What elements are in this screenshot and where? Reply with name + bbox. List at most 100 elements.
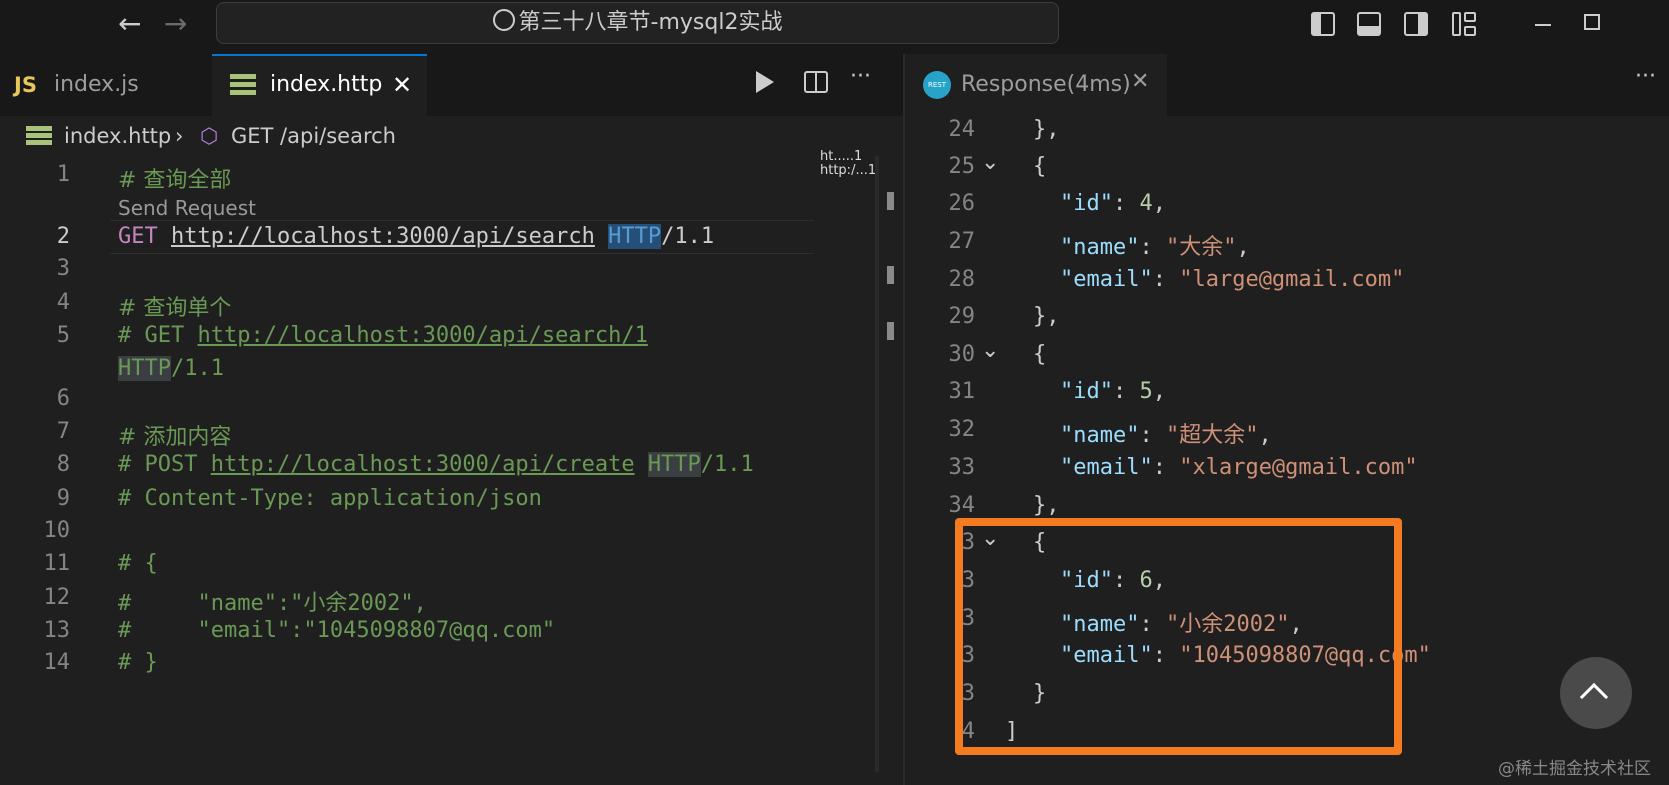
json-line: "name": "超大余", — [1060, 423, 1272, 448]
chevron-up-icon — [1579, 682, 1609, 712]
code-line: # 添加内容 — [118, 425, 232, 450]
json-line: }, — [1033, 304, 1060, 329]
forward-arrow-icon[interactable]: → — [164, 8, 187, 40]
highlight-box — [955, 518, 1402, 755]
command-center-label: 第三十八章节-mysql2实战 — [518, 10, 783, 35]
symbol-icon: ⬡ — [200, 124, 219, 148]
split-editor-icon[interactable] — [804, 71, 828, 93]
tab-label: index.http — [270, 72, 383, 97]
line-number: 14 — [43, 650, 71, 675]
line-number: 3 — [56, 256, 70, 281]
comment-text: # POST — [118, 452, 211, 477]
json-line: "name": "大余", — [1060, 235, 1250, 260]
close-icon[interactable]: ✕ — [1131, 51, 1149, 113]
chevron-right-icon: › — [175, 124, 184, 148]
more-actions-icon[interactable]: ··· — [850, 66, 871, 88]
more-actions-icon[interactable]: ··· — [1635, 66, 1656, 88]
json-key: "email" — [1060, 267, 1153, 292]
http-keyword: HTTP — [647, 452, 701, 477]
minimap[interactable]: ht.....1 http:/...1 — [820, 150, 876, 230]
json-line: "id": 5, — [1060, 379, 1166, 404]
fold-chevron-icon[interactable]: ⌄ — [981, 150, 999, 175]
overview-marker — [887, 322, 894, 340]
toggle-primary-sidebar-icon[interactable] — [1311, 12, 1335, 36]
line-number: 2 — [56, 224, 70, 249]
breadcrumb-symbol[interactable]: GET /api/search — [231, 116, 396, 156]
code-line: # POST http://localhost:3000/api/create … — [118, 452, 754, 477]
http-keyword: HTTP — [608, 224, 662, 249]
request-url[interactable]: http://localhost:3000/api/search — [171, 224, 595, 249]
tab-index-http[interactable]: index.http ✕ — [212, 54, 427, 116]
http-file-icon — [230, 74, 256, 96]
tab-label: index.js — [54, 72, 139, 97]
line-number: 10 — [43, 518, 71, 543]
json-line: "email": "xlarge@gmail.com" — [1060, 455, 1418, 480]
response-view[interactable]: 24 25 26 27 28 29 30 31 32 33 34 3 3 3 3… — [905, 116, 1669, 785]
line-number: 28 — [948, 267, 976, 292]
toggle-panel-icon[interactable] — [1357, 12, 1381, 36]
http-method: GET — [118, 224, 158, 249]
editor-scrollbar[interactable] — [875, 156, 879, 772]
http-file-icon — [26, 126, 52, 146]
minimap-line: ht.....1 — [820, 149, 863, 164]
tab-label: Response(4ms) — [961, 72, 1131, 97]
toggle-secondary-sidebar-icon[interactable] — [1404, 12, 1428, 36]
line-number: 31 — [948, 379, 976, 404]
run-icon[interactable] — [756, 71, 774, 93]
line-number: 29 — [948, 304, 976, 329]
tab-index-js[interactable]: JS index.js — [0, 54, 212, 116]
editor-tab-bar: JS index.js index.http ✕ ··· — [0, 54, 903, 116]
tab-response[interactable]: REST Response(4ms) ✕ — [905, 54, 1167, 116]
code-line: # { — [118, 551, 158, 576]
json-line: { — [1033, 154, 1047, 179]
fold-chevron-icon[interactable]: ⌄ — [981, 338, 999, 363]
line-number: 4 — [56, 290, 70, 315]
send-request-codelens[interactable]: Send Request — [118, 196, 256, 220]
comment-url[interactable]: http://localhost:3000/api/search/1 — [197, 323, 647, 348]
response-tab-bar: REST Response(4ms) ✕ ··· — [905, 54, 1669, 116]
line-number: 30 — [948, 342, 976, 367]
overview-marker — [887, 192, 894, 210]
json-line: "id": 4, — [1060, 191, 1166, 216]
code-line: # } — [118, 650, 158, 675]
command-center-search[interactable]: 第三十八章节-mysql2实战 — [216, 2, 1059, 44]
comment-text: # GET — [118, 323, 198, 348]
code-line: # "name":"小余2002", — [118, 591, 427, 616]
javascript-file-icon: JS — [14, 73, 37, 97]
breadcrumb-file[interactable]: index.http — [64, 116, 171, 156]
back-arrow-icon[interactable]: ← — [118, 8, 141, 40]
line-number: 25 — [948, 154, 976, 179]
line-number: 34 — [948, 493, 976, 518]
line-number: 32 — [948, 417, 976, 442]
breadcrumb: index.http › ⬡ GET /api/search — [0, 116, 880, 156]
line-number: 5 — [56, 323, 70, 348]
title-bar: ← → 第三十八章节-mysql2实战 — [0, 0, 1669, 54]
minimap-line: http:/...1 — [820, 163, 877, 178]
json-key: "name" — [1060, 423, 1140, 448]
line-number: 9 — [56, 486, 70, 511]
json-value: "超大余" — [1165, 423, 1259, 448]
line-number: 13 — [43, 618, 71, 643]
customize-layout-icon[interactable] — [1452, 12, 1476, 36]
line-number: 33 — [948, 455, 976, 480]
code-line: # 查询单个 — [118, 296, 232, 321]
rest-client-icon: REST — [923, 71, 951, 99]
http-version: /1.1 — [170, 356, 224, 381]
maximize-icon[interactable] — [1584, 14, 1600, 30]
editor-area[interactable]: 1 2 3 4 5 6 7 8 9 10 11 12 13 14 # 查询全部 … — [0, 150, 894, 772]
watermark: @稀土掘金技术社区 — [1498, 759, 1651, 779]
code-line: # "email":"1045098807@qq.com" — [118, 618, 556, 643]
line-number: 7 — [56, 419, 70, 444]
overview-marker — [887, 266, 894, 284]
json-key: "id" — [1060, 379, 1113, 404]
close-icon[interactable]: ✕ — [392, 54, 412, 116]
line-number: 26 — [948, 191, 976, 216]
minimize-icon[interactable] — [1535, 24, 1551, 26]
json-line: { — [1033, 342, 1047, 367]
json-key: "name" — [1060, 235, 1140, 260]
scroll-to-top-button[interactable] — [1560, 657, 1632, 729]
comment-url[interactable]: http://localhost:3000/api/create — [211, 452, 635, 477]
code-line: # GET http://localhost:3000/api/search/1 — [118, 323, 648, 348]
search-icon — [492, 9, 515, 31]
json-value: 5 — [1139, 379, 1153, 404]
